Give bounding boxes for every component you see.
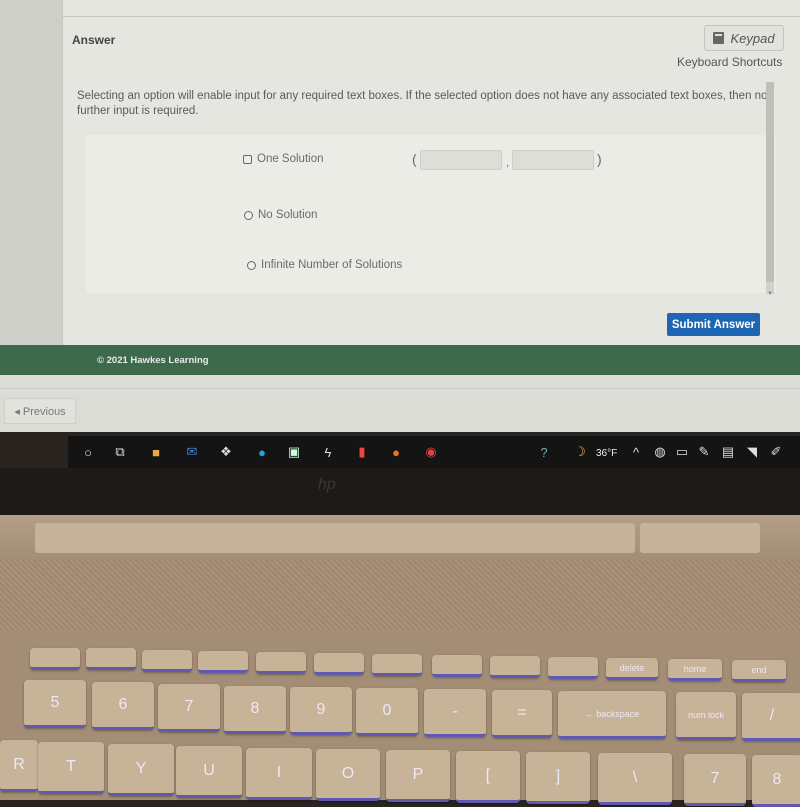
key-backslash[interactable]: \: [598, 753, 672, 805]
scrollbar[interactable]: [766, 82, 774, 294]
key-i[interactable]: I: [246, 748, 312, 800]
key-numpad-7[interactable]: 7: [684, 754, 746, 806]
display-icon[interactable]: ▤: [720, 444, 736, 460]
pen-icon[interactable]: ✐: [768, 444, 784, 460]
key-open-bracket[interactable]: [: [456, 751, 520, 803]
edge-icon[interactable]: ●: [254, 444, 270, 460]
key[interactable]: [86, 648, 136, 670]
chevron-up-icon[interactable]: ^: [628, 444, 644, 460]
option-label: One Solution: [257, 153, 324, 165]
key-5[interactable]: 5: [24, 680, 86, 728]
option-label: No Solution: [258, 209, 318, 221]
battery-icon[interactable]: ▭: [674, 444, 690, 460]
x-coordinate-input[interactable]: [420, 150, 502, 170]
dropbox-icon[interactable]: ❖: [218, 444, 234, 460]
key-9[interactable]: 9: [290, 687, 352, 735]
keyboard-deck: delete home end 5 6 7 8 9 0 - = ← backsp…: [0, 630, 800, 807]
laptop-bezel: [0, 468, 800, 518]
footer-bar: © 2021 Hawkes Learning: [0, 345, 800, 375]
radio-button[interactable]: [247, 260, 256, 270]
radio-button[interactable]: [244, 210, 253, 220]
radio-button[interactable]: [243, 154, 252, 164]
key-6[interactable]: 6: [92, 682, 154, 730]
tray-icon[interactable]: ◍: [652, 444, 668, 460]
option-no-solution[interactable]: No Solution: [244, 209, 317, 221]
office-icon[interactable]: ▮: [354, 444, 370, 460]
comma-separator: ,: [506, 155, 510, 169]
file-explorer-icon[interactable]: ■: [148, 444, 164, 460]
key-t[interactable]: T: [38, 742, 104, 794]
key[interactable]: [30, 648, 80, 670]
wifi-icon[interactable]: ◥: [744, 444, 760, 460]
task-view-icon[interactable]: ⧉: [112, 444, 128, 460]
windows-taskbar: ○ ⧉ ■ ✉ ❖ ● ▣ ϟ ▮ ● ◉ ? ☽ 36°F ^ ◍ ▭ ✎ ▤…: [68, 436, 800, 468]
key-minus[interactable]: -: [424, 689, 486, 737]
keypad-label: Keypad: [730, 30, 775, 46]
key-close-bracket[interactable]: ]: [526, 752, 590, 804]
num-lock-key[interactable]: num lock: [676, 692, 736, 740]
search-icon[interactable]: ○: [80, 444, 96, 460]
previous-button[interactable]: ◂ Previous: [4, 398, 76, 424]
key-0[interactable]: 0: [356, 688, 418, 736]
calculator-icon: [713, 32, 725, 44]
hp-logo: hp: [318, 476, 336, 493]
backspace-key[interactable]: ← backspace: [558, 691, 666, 739]
key[interactable]: [432, 655, 482, 677]
firefox-icon[interactable]: ●: [388, 444, 404, 460]
keyboard-shortcuts-link[interactable]: Keyboard Shortcuts: [677, 55, 782, 69]
y-coordinate-input[interactable]: [512, 150, 594, 170]
answer-title: Answer: [72, 33, 116, 47]
key[interactable]: [490, 656, 540, 678]
instructions-text: Selecting an option will enable input fo…: [77, 90, 768, 117]
option-infinite-solutions[interactable]: Infinite Number of Solutions: [247, 259, 402, 271]
key[interactable]: [198, 651, 248, 673]
key-r[interactable]: R: [0, 740, 38, 792]
weather-moon-icon[interactable]: ☽: [572, 444, 588, 460]
delete-key[interactable]: delete: [606, 658, 658, 680]
close-paren: ): [597, 151, 602, 167]
scroll-down-icon[interactable]: ▼: [767, 291, 773, 297]
open-paren: (: [412, 151, 417, 167]
mail-icon[interactable]: ✉: [184, 444, 200, 460]
key-p[interactable]: P: [386, 750, 450, 802]
key-y[interactable]: Y: [108, 744, 174, 796]
help-icon[interactable]: ?: [536, 444, 552, 460]
key-7[interactable]: 7: [158, 684, 220, 732]
key-numpad-8[interactable]: 8: [752, 755, 800, 807]
key-equals[interactable]: =: [492, 690, 552, 738]
option-label: Infinite Number of Solutions: [261, 259, 403, 271]
hinge-panel: [640, 523, 760, 553]
store-icon[interactable]: ▣: [286, 444, 302, 460]
key-u[interactable]: U: [176, 746, 242, 798]
home-key[interactable]: home: [668, 659, 722, 681]
divider: [0, 388, 800, 389]
mute-icon[interactable]: ✎: [696, 444, 712, 460]
key-8[interactable]: 8: [224, 686, 286, 734]
browser-screen: Answer Keypad Keyboard Shortcuts Selecti…: [0, 0, 800, 432]
hinge-panel: [35, 523, 635, 553]
divider: [62, 16, 800, 17]
submit-answer-button[interactable]: Submit Answer: [667, 313, 760, 336]
weather-temp[interactable]: 36°F: [596, 448, 617, 459]
key-o[interactable]: O: [316, 749, 380, 801]
option-one-solution[interactable]: One Solution: [243, 153, 324, 165]
left-margin: [0, 0, 62, 345]
scrollbar-thumb[interactable]: [766, 82, 774, 282]
key-divide[interactable]: /: [742, 693, 800, 741]
end-key[interactable]: end: [732, 660, 786, 682]
key[interactable]: [256, 652, 306, 674]
speaker-grille: [0, 560, 800, 635]
key[interactable]: [314, 653, 364, 675]
chrome-icon[interactable]: ◉: [423, 444, 439, 460]
copyright-text: © 2021 Hawkes Learning: [97, 355, 209, 366]
key[interactable]: [142, 650, 192, 672]
key[interactable]: [548, 657, 598, 679]
key[interactable]: [372, 654, 422, 676]
keypad-button[interactable]: Keypad: [704, 25, 784, 51]
app-icon[interactable]: ϟ: [320, 444, 336, 460]
